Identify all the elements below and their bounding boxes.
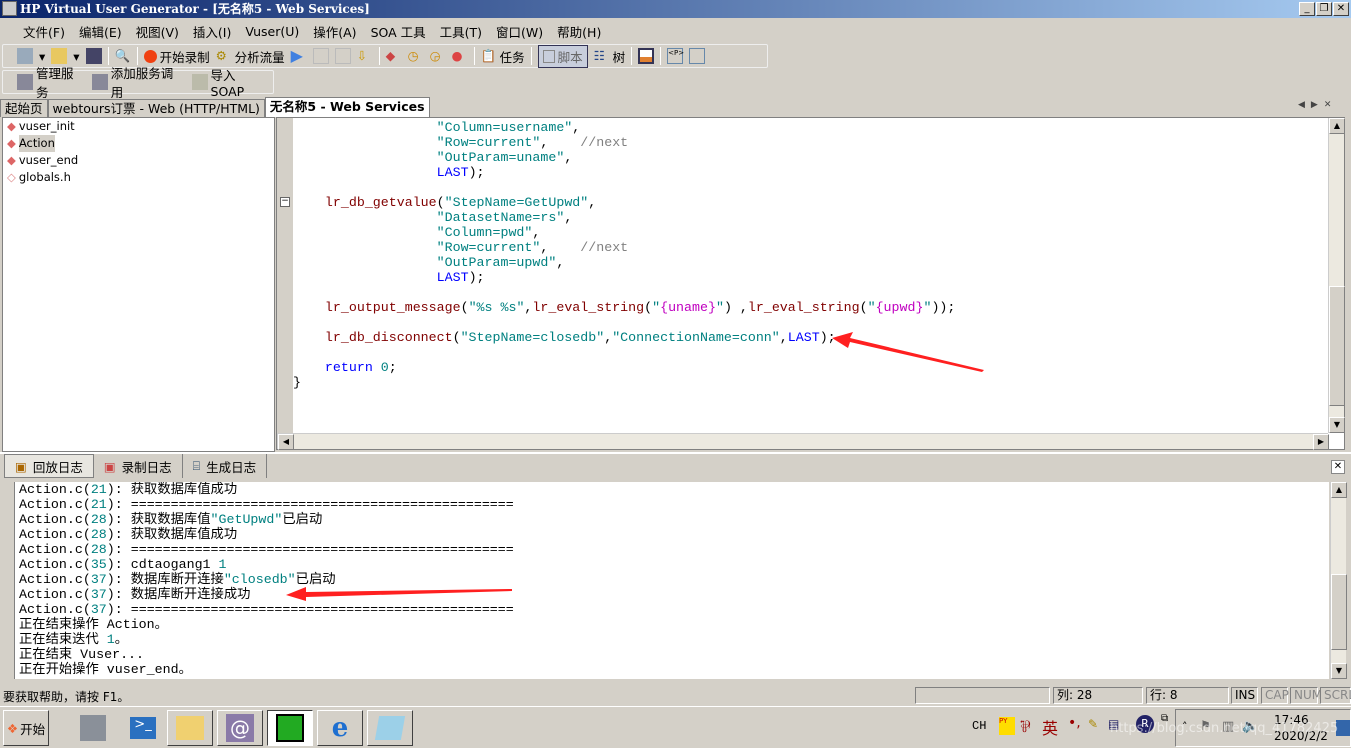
notepad-icon	[374, 716, 406, 740]
taskbar-ie[interactable]: e	[317, 710, 363, 746]
server-manager-icon	[80, 715, 106, 741]
windows-logo-icon: ❖	[6, 720, 19, 736]
ime-pinyin-icon[interactable]: PY	[999, 717, 1015, 735]
powershell-icon: >_	[130, 717, 156, 739]
taskbar-app-wave[interactable]: @	[217, 710, 263, 746]
help-text: 要获取帮助，请按 F1。	[3, 690, 130, 704]
ime-mode-icon[interactable]: ⅌	[1020, 715, 1030, 737]
annotation-arrow-log	[286, 587, 512, 601]
taskbar-powershell[interactable]: >_	[120, 710, 166, 746]
taskbar: ❖ 开始 >_ @ e CH PY ⅌ 英 •, ✎ ▤ R ⧉ ˄ ⚑ ▥ 🔈 …	[0, 706, 1351, 748]
insert-indicator: INS	[1231, 687, 1258, 704]
start-button[interactable]: ❖ 开始	[3, 710, 49, 746]
num-indicator: NUM	[1290, 687, 1322, 704]
ime-english-indicator[interactable]: 英	[1042, 715, 1058, 739]
ie-icon: e	[331, 713, 349, 743]
watermark: https://blog.csdn.net/qq_41782425	[1110, 721, 1339, 736]
caps-indicator: CAP	[1261, 687, 1289, 704]
column-indicator: 列: 28	[1053, 687, 1143, 704]
ime-punctuation-icon[interactable]: •,	[1068, 715, 1081, 731]
taskbar-explorer[interactable]	[167, 710, 213, 746]
folder-icon	[176, 716, 204, 740]
language-indicator[interactable]: CH	[972, 719, 986, 733]
scroll-lock-indicator: SCRL	[1320, 687, 1351, 704]
taskbar-notepad[interactable]	[367, 710, 413, 746]
vugen-icon	[276, 714, 304, 742]
wave-icon: @	[226, 714, 254, 742]
row-indicator: 行: 8	[1146, 687, 1229, 704]
taskbar-vugen[interactable]	[267, 710, 313, 746]
status-bar: 要获取帮助，请按 F1。 列: 28 行: 8 INS CAP NUM SCRL	[0, 686, 1351, 705]
taskbar-server-manager[interactable]	[70, 710, 116, 746]
annotation-arrows	[286, 332, 984, 601]
ime-tools-icon[interactable]: ✎	[1088, 717, 1098, 731]
annotation-arrow-code	[832, 332, 984, 372]
status-panel-empty	[915, 687, 1050, 704]
